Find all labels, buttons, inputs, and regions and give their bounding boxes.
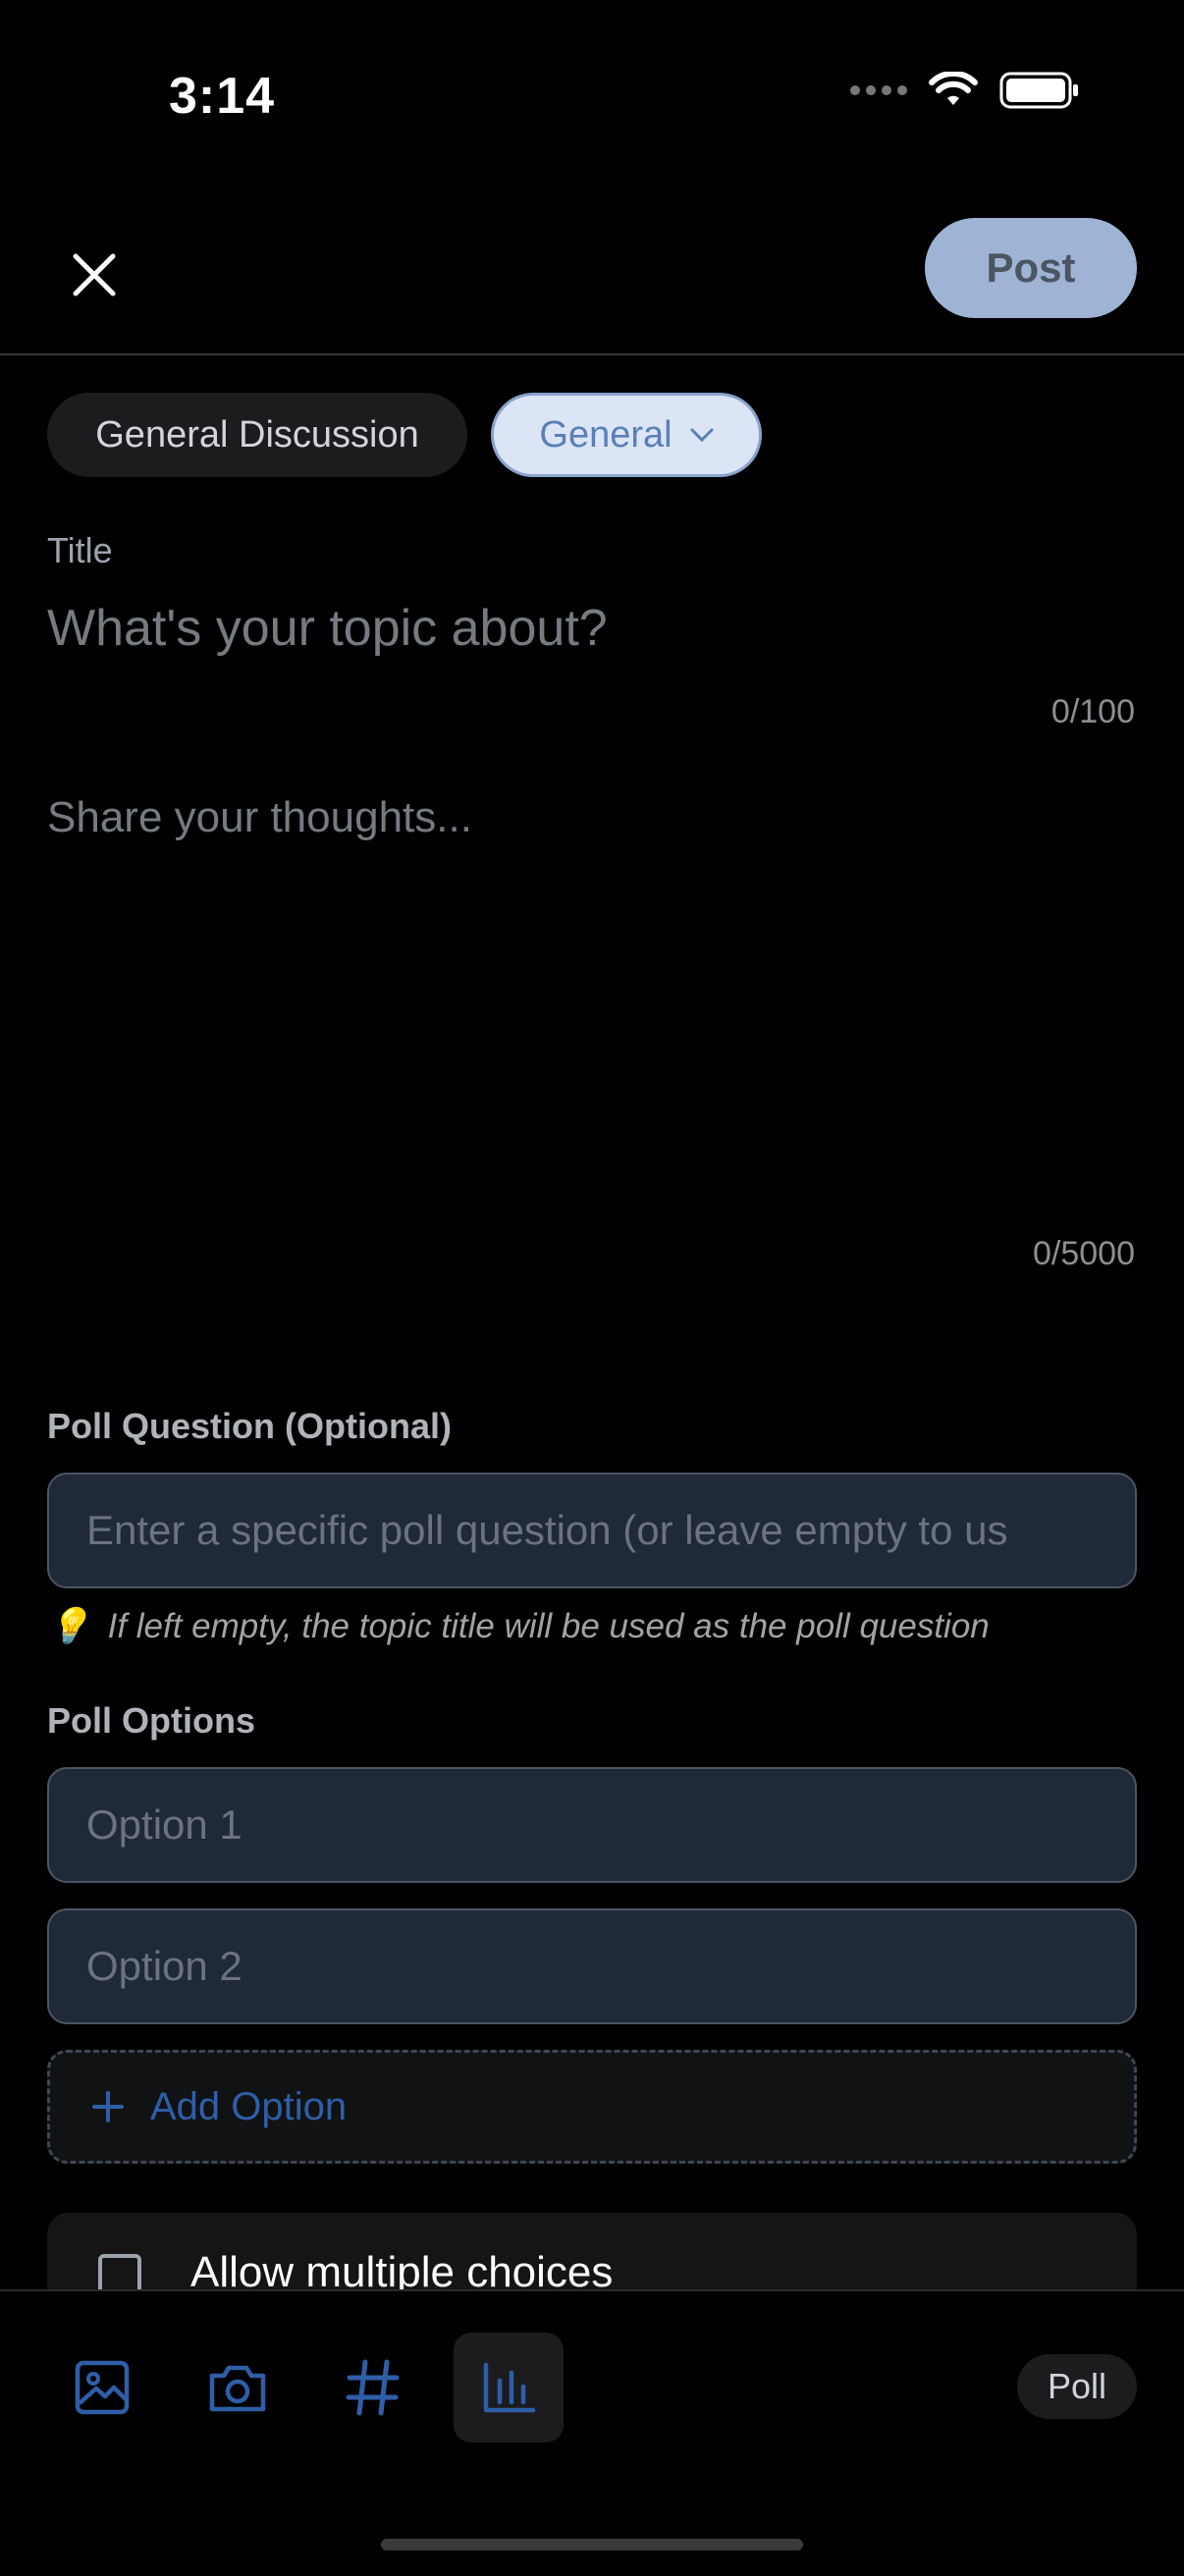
add-option-label: Add Option	[150, 2084, 348, 2128]
poll-question-label: Poll Question (Optional)	[47, 1406, 452, 1446]
poll-option-input-1[interactable]: Option 1	[47, 1767, 1137, 1883]
close-button[interactable]	[65, 245, 124, 304]
status-icons	[850, 71, 1080, 110]
plus-icon	[92, 2091, 124, 2122]
subcategory-label: General	[539, 413, 673, 456]
poll-options-label: Poll Options	[47, 1700, 255, 1741]
wifi-icon	[929, 72, 978, 105]
title-label: Title	[47, 530, 113, 570]
lightbulb-icon: 💡	[47, 1607, 90, 1645]
status-bar: 3:14	[0, 0, 1184, 196]
camera-icon	[209, 2365, 266, 2412]
bottom-toolbar: Poll	[0, 2289, 1184, 2576]
poll-hint: 💡 If left empty, the topic title will be…	[47, 1606, 990, 1646]
category-chips: General Discussion General	[47, 393, 762, 477]
add-image-button[interactable]	[47, 2333, 157, 2442]
poll-button[interactable]	[454, 2333, 564, 2442]
chevron-down-icon	[690, 428, 714, 442]
category-chip-label: General Discussion	[95, 413, 419, 456]
poll-chart-icon	[483, 2362, 536, 2413]
home-indicator	[381, 2539, 803, 2550]
hashtag-icon	[346, 2359, 400, 2416]
hashtag-button[interactable]	[318, 2333, 428, 2442]
camera-button[interactable]	[183, 2333, 293, 2442]
body-counter: 0/5000	[1033, 1235, 1135, 1272]
battery-icon	[999, 72, 1078, 109]
title-input[interactable]: What's your topic about?	[47, 599, 608, 658]
close-icon	[73, 253, 116, 296]
poll-question-input[interactable]: Enter a specific poll question (or leave…	[47, 1473, 1137, 1588]
image-icon	[75, 2360, 130, 2415]
title-counter: 0/100	[1050, 693, 1135, 730]
poll-hint-text: If left empty, the topic title will be u…	[107, 1606, 990, 1645]
poll-option-input-2[interactable]: Option 2	[47, 1908, 1137, 2024]
body-input[interactable]: Share your thoughts...	[47, 793, 472, 842]
poll-mode-badge: Poll	[1017, 2354, 1137, 2419]
category-chip[interactable]: General Discussion	[47, 393, 467, 477]
top-nav: Post	[0, 196, 1184, 355]
status-time: 3:14	[169, 68, 276, 125]
subcategory-dropdown[interactable]: General	[491, 393, 762, 477]
add-option-button[interactable]: Add Option	[47, 2050, 1137, 2164]
cellular-signal-icon	[850, 85, 907, 95]
post-button[interactable]: Post	[925, 218, 1137, 318]
